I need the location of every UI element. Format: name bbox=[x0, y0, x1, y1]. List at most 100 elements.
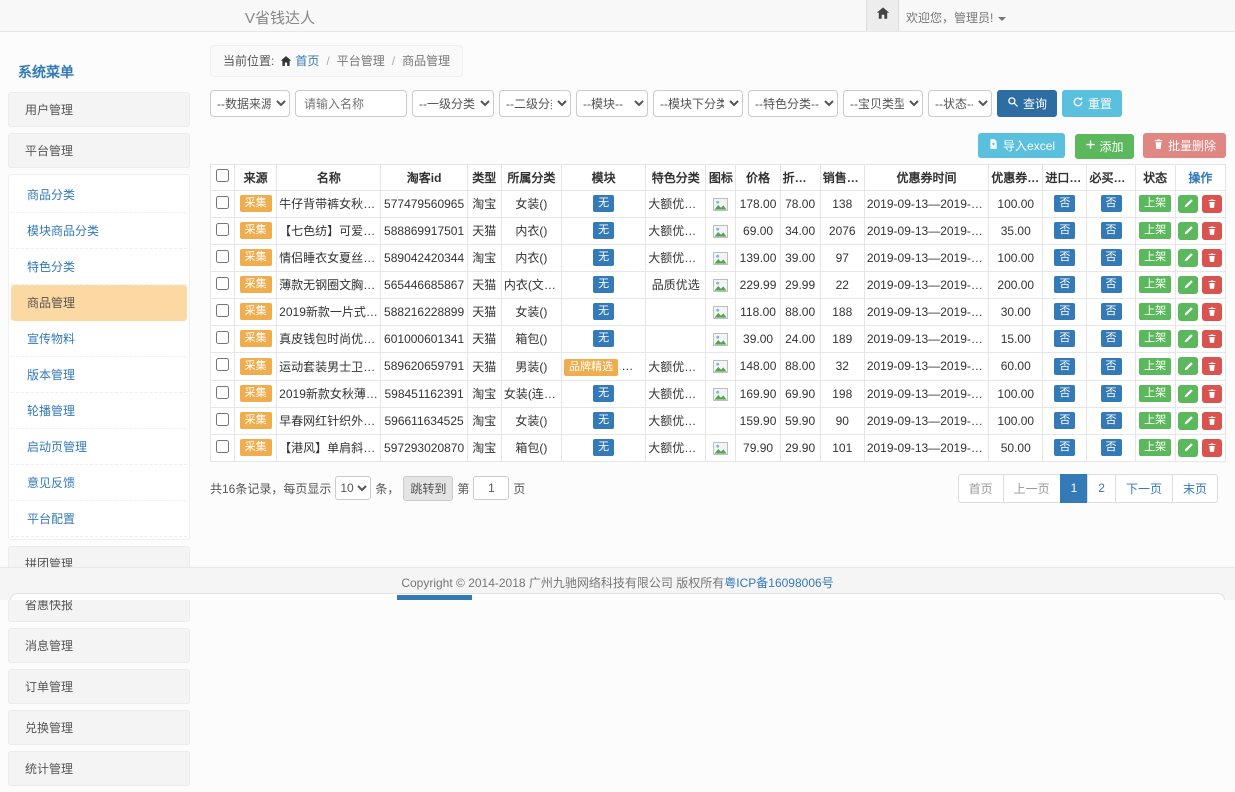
sidebar-item[interactable]: 兑换管理 bbox=[8, 710, 190, 745]
page-button[interactable]: 上一页 bbox=[1003, 474, 1061, 503]
delete-button[interactable] bbox=[1202, 195, 1222, 213]
edit-button[interactable] bbox=[1178, 276, 1198, 294]
add-button[interactable]: 添加 bbox=[1075, 134, 1134, 159]
delete-button[interactable] bbox=[1202, 439, 1222, 457]
edit-button[interactable] bbox=[1178, 195, 1198, 213]
delete-button[interactable] bbox=[1202, 303, 1222, 321]
edit-button[interactable] bbox=[1178, 412, 1198, 430]
home-button[interactable] bbox=[866, 0, 899, 31]
filter-select[interactable]: --宝贝类型-- bbox=[843, 90, 923, 117]
edit-button[interactable] bbox=[1178, 249, 1198, 267]
row-checkbox[interactable] bbox=[216, 386, 229, 399]
filter-select[interactable]: --状态-- bbox=[928, 90, 992, 117]
status-badge[interactable]: 上架 bbox=[1139, 276, 1171, 293]
user-menu[interactable]: 欢迎您，管理员! bbox=[906, 9, 1006, 26]
jump-button[interactable]: 跳转到 bbox=[403, 476, 453, 501]
row-checkbox[interactable] bbox=[216, 304, 229, 317]
reset-button[interactable]: 重置 bbox=[1062, 90, 1122, 117]
import-select-badge[interactable]: 否 bbox=[1054, 303, 1075, 320]
edit-button[interactable] bbox=[1178, 357, 1198, 375]
row-checkbox[interactable] bbox=[216, 413, 229, 426]
data-source-select[interactable]: --数据来源-- bbox=[210, 90, 290, 117]
import-select-badge[interactable]: 否 bbox=[1054, 358, 1075, 375]
sidebar-item[interactable]: 统计管理 bbox=[8, 751, 190, 786]
import-select-badge[interactable]: 否 bbox=[1054, 249, 1075, 266]
filter-select[interactable]: --一级分类-- bbox=[412, 90, 494, 117]
name-search-input[interactable] bbox=[295, 90, 407, 117]
filter-select[interactable]: --特色分类-- bbox=[748, 90, 838, 117]
edit-button[interactable] bbox=[1178, 222, 1198, 240]
import-select-badge[interactable]: 否 bbox=[1054, 276, 1075, 293]
must-buy-badge[interactable]: 否 bbox=[1101, 276, 1122, 293]
delete-button[interactable] bbox=[1202, 330, 1222, 348]
must-buy-badge[interactable]: 否 bbox=[1101, 385, 1122, 402]
status-badge[interactable]: 上架 bbox=[1139, 195, 1171, 212]
status-badge[interactable]: 上架 bbox=[1139, 358, 1171, 375]
jump-page-input[interactable] bbox=[473, 476, 509, 500]
sidebar-item[interactable]: 轮播管理 bbox=[11, 393, 187, 429]
import-select-badge[interactable]: 否 bbox=[1054, 330, 1075, 347]
delete-button[interactable] bbox=[1202, 249, 1222, 267]
icp-link[interactable]: 粤ICP备16098006号 bbox=[724, 576, 833, 590]
search-button[interactable]: 查询 bbox=[997, 90, 1057, 117]
delete-button[interactable] bbox=[1202, 357, 1222, 375]
must-buy-badge[interactable]: 否 bbox=[1101, 439, 1122, 456]
edit-button[interactable] bbox=[1178, 303, 1198, 321]
page-button[interactable]: 下一页 bbox=[1115, 474, 1173, 503]
delete-button[interactable] bbox=[1202, 412, 1222, 430]
sidebar-item[interactable]: 商品分类 bbox=[11, 177, 187, 213]
sidebar-item[interactable]: 商品管理 bbox=[11, 285, 187, 321]
must-buy-badge[interactable]: 否 bbox=[1101, 303, 1122, 320]
sidebar-item[interactable]: 用户管理 bbox=[8, 92, 190, 127]
sidebar-item[interactable]: 模块商品分类 bbox=[11, 213, 187, 249]
edit-button[interactable] bbox=[1178, 385, 1198, 403]
page-button[interactable]: 2 bbox=[1087, 474, 1116, 503]
must-buy-badge[interactable]: 否 bbox=[1101, 195, 1122, 212]
filter-select[interactable]: --二级分类-- bbox=[499, 90, 571, 117]
import-select-badge[interactable]: 否 bbox=[1054, 195, 1075, 212]
sidebar-item[interactable]: 平台配置 bbox=[11, 501, 187, 537]
select-all-checkbox[interactable] bbox=[216, 169, 229, 182]
sidebar-item[interactable]: 订单管理 bbox=[8, 669, 190, 704]
row-checkbox[interactable] bbox=[216, 358, 229, 371]
row-checkbox[interactable] bbox=[216, 250, 229, 263]
page-button[interactable]: 1 bbox=[1060, 474, 1089, 503]
must-buy-badge[interactable]: 否 bbox=[1101, 222, 1122, 239]
sidebar-item[interactable]: 平台管理 bbox=[8, 133, 190, 168]
delete-button[interactable] bbox=[1202, 276, 1222, 294]
row-checkbox[interactable] bbox=[216, 196, 229, 209]
import-select-badge[interactable]: 否 bbox=[1054, 439, 1075, 456]
row-checkbox[interactable] bbox=[216, 440, 229, 453]
status-badge[interactable]: 上架 bbox=[1139, 385, 1171, 402]
delete-button[interactable] bbox=[1202, 385, 1222, 403]
page-button[interactable]: 末页 bbox=[1172, 474, 1218, 503]
status-badge[interactable]: 上架 bbox=[1139, 303, 1171, 320]
status-badge[interactable]: 上架 bbox=[1139, 249, 1171, 266]
must-buy-badge[interactable]: 否 bbox=[1101, 249, 1122, 266]
edit-button[interactable] bbox=[1178, 439, 1198, 457]
sidebar-item[interactable]: 版本管理 bbox=[11, 357, 187, 393]
row-checkbox[interactable] bbox=[216, 223, 229, 236]
filter-select[interactable]: --模块下分类-- bbox=[653, 90, 743, 117]
status-badge[interactable]: 上架 bbox=[1139, 222, 1171, 239]
row-checkbox[interactable] bbox=[216, 277, 229, 290]
page-button[interactable]: 首页 bbox=[958, 474, 1004, 503]
filter-select[interactable]: --模块-- bbox=[576, 90, 648, 117]
must-buy-badge[interactable]: 否 bbox=[1101, 358, 1122, 375]
per-page-select[interactable]: 10 bbox=[335, 476, 371, 500]
import-excel-button[interactable]: 导入excel bbox=[978, 133, 1065, 158]
breadcrumb-home-link[interactable]: 首页 bbox=[295, 54, 319, 68]
batch-delete-button[interactable]: 批量删除 bbox=[1143, 133, 1226, 158]
row-checkbox[interactable] bbox=[216, 331, 229, 344]
status-badge[interactable]: 上架 bbox=[1139, 439, 1171, 456]
sidebar-item[interactable]: 意见反馈 bbox=[11, 465, 187, 501]
edit-button[interactable] bbox=[1178, 330, 1198, 348]
status-badge[interactable]: 上架 bbox=[1139, 330, 1171, 347]
must-buy-badge[interactable]: 否 bbox=[1101, 412, 1122, 429]
must-buy-badge[interactable]: 否 bbox=[1101, 330, 1122, 347]
import-select-badge[interactable]: 否 bbox=[1054, 412, 1075, 429]
sidebar-item[interactable]: 消息管理 bbox=[8, 628, 190, 663]
delete-button[interactable] bbox=[1202, 222, 1222, 240]
sidebar-item[interactable]: 宣传物料 bbox=[11, 321, 187, 357]
status-badge[interactable]: 上架 bbox=[1139, 412, 1171, 429]
